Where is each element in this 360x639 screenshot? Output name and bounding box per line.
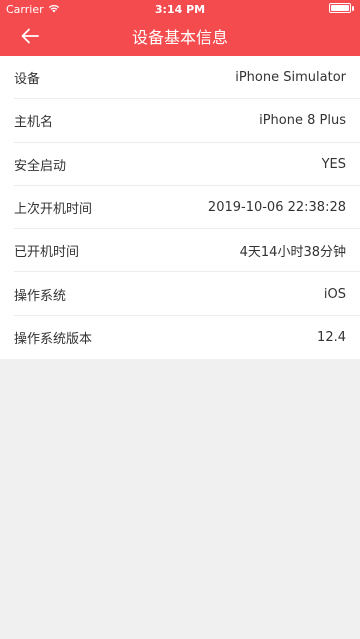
- page-title: 设备基本信息: [131, 28, 228, 47]
- item-label: 操作系统: [14, 288, 67, 304]
- item-label: 主机名: [14, 115, 54, 131]
- item-label: 操作系统版本: [14, 331, 93, 347]
- status-time: 3:14 PM: [154, 3, 206, 16]
- status-bar: Carrier 3:14 PM: [0, 0, 360, 20]
- list-item: 主机名 iPhone 8 Plus: [0, 99, 360, 143]
- list-item: 设备 iPhone Simulator: [0, 56, 360, 100]
- list-item: 安全启动 YES: [0, 143, 360, 187]
- nav-bar: 设备基本信息: [0, 20, 360, 56]
- status-right: [329, 3, 354, 13]
- item-value: iPhone Simulator: [235, 70, 346, 86]
- device-info-list: 设备 iPhone Simulator 主机名 iPhone 8 Plus 安全…: [0, 56, 360, 360]
- item-label: 上次开机时间: [14, 202, 93, 218]
- list-item: 已开机时间 4天14小时38分钟: [0, 229, 360, 273]
- item-label: 已开机时间: [14, 245, 80, 261]
- item-label: 设备: [14, 72, 41, 88]
- item-label: 安全启动: [14, 158, 67, 174]
- list-item: 操作系统 iOS: [0, 272, 360, 317]
- item-value: YES: [321, 156, 346, 172]
- item-value: iOS: [323, 286, 346, 302]
- item-value: 4天14小时38分钟: [239, 245, 346, 261]
- list-item: 操作系统版本 12.4: [0, 316, 360, 359]
- item-value: iPhone 8 Plus: [259, 113, 346, 129]
- arrow-left-icon: [21, 28, 39, 48]
- header-bar: Carrier 3:14 PM 设备基本信息: [0, 0, 360, 56]
- back-button[interactable]: [10, 22, 50, 54]
- battery-icon: [329, 3, 351, 13]
- item-value: 12.4: [317, 329, 346, 345]
- list-item: 上次开机时间 2019-10-06 22:38:28: [0, 186, 360, 230]
- item-value: 2019-10-06 22:38:28: [207, 200, 346, 216]
- battery-tip: [352, 5, 354, 11]
